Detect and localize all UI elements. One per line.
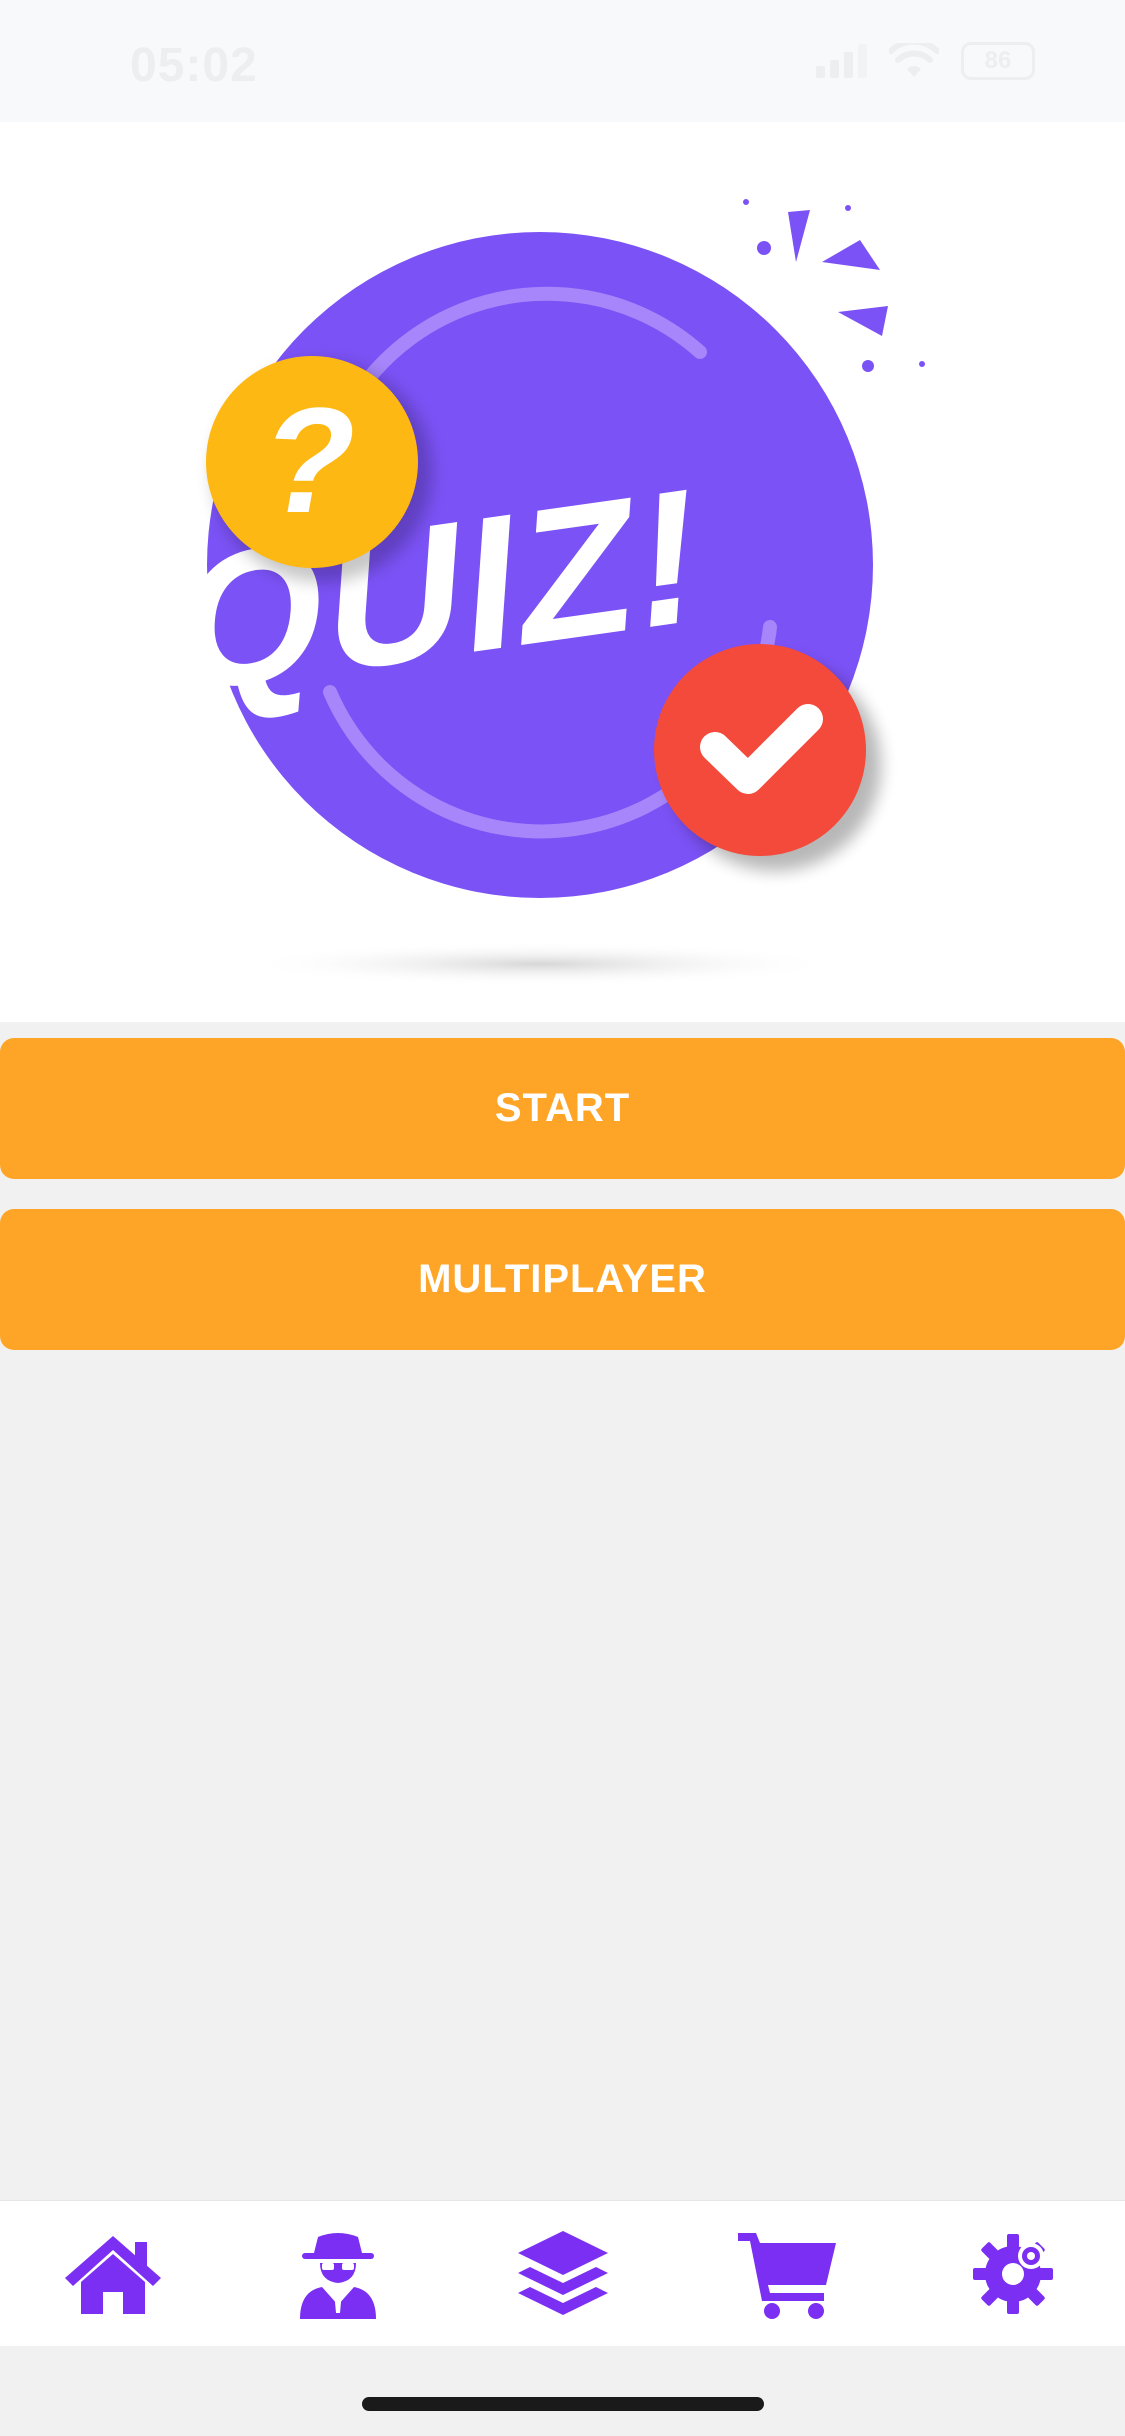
tab-settings[interactable] — [958, 2229, 1068, 2319]
home-indicator-area — [0, 2346, 1125, 2436]
status-time: 05:02 — [130, 39, 258, 92]
tab-spy[interactable] — [283, 2229, 393, 2319]
quiz-logo-image: QUIZ! ? — [0, 122, 1125, 1022]
wifi-icon — [889, 43, 939, 77]
tab-home[interactable] — [58, 2229, 168, 2319]
start-button[interactable]: START — [0, 1038, 1125, 1179]
layers-icon — [518, 2231, 608, 2315]
status-bar: 05:02 86 — [0, 0, 1125, 122]
gear-icon — [973, 2234, 1053, 2314]
ground-shadow — [240, 942, 840, 986]
home-icon — [65, 2236, 161, 2314]
home-indicator[interactable] — [362, 2397, 764, 2411]
cellular-signal-icon — [816, 44, 867, 78]
status-icons: 86 — [816, 42, 1035, 80]
multiplayer-button[interactable]: MULTIPLAYER — [0, 1209, 1125, 1350]
spy-icon — [300, 2233, 376, 2319]
battery-icon: 86 — [961, 42, 1035, 80]
bottom-tab-bar — [0, 2200, 1125, 2346]
cart-icon — [738, 2233, 836, 2319]
tab-layers[interactable] — [508, 2229, 618, 2319]
tab-cart[interactable] — [733, 2229, 843, 2319]
